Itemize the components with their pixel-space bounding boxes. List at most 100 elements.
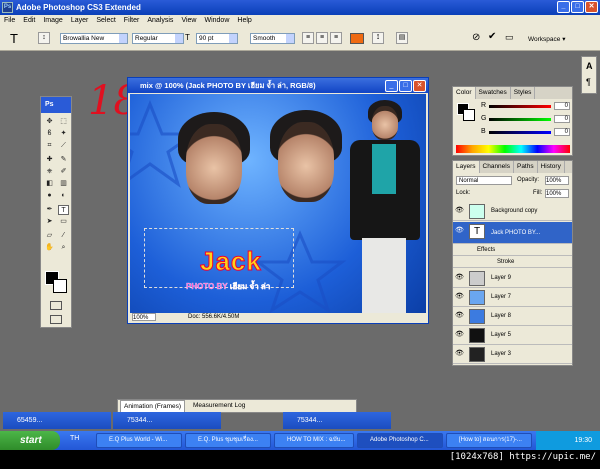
tab-paths[interactable]: Paths xyxy=(514,161,538,173)
path-selection-icon[interactable]: ➤ xyxy=(44,217,55,227)
magic-wand-icon[interactable]: ✦ xyxy=(58,129,69,139)
menu-window[interactable]: Window xyxy=(204,15,229,27)
healing-brush-icon[interactable]: ✚ xyxy=(44,155,55,165)
layer-row[interactable]: 👁 Layer 5 xyxy=(453,326,572,345)
menu-help[interactable]: Help xyxy=(237,15,251,27)
tab-measurement-log[interactable]: Measurement Log xyxy=(190,400,248,412)
crop-tool-icon[interactable]: ⌗ xyxy=(44,141,55,151)
blend-mode-select[interactable]: Normal xyxy=(456,176,512,185)
color-spectrum-bar[interactable] xyxy=(456,145,570,153)
layer-row[interactable]: 👁 Background copy xyxy=(453,202,572,221)
taskbar-item-1[interactable]: E.Q Plus World - Wi... xyxy=(96,433,182,448)
eye-icon[interactable]: 👁 xyxy=(455,350,464,358)
tab-color[interactable]: Color xyxy=(453,87,476,99)
font-style-select[interactable]: Regular xyxy=(132,33,184,44)
font-size-select[interactable]: 90 pt xyxy=(196,33,238,44)
quick-mask-icon[interactable] xyxy=(50,301,62,310)
hand-tool-icon[interactable]: ✋ xyxy=(44,243,55,253)
pen-tool-icon[interactable]: ✒ xyxy=(44,205,55,215)
taskbar-item-2[interactable]: E.Q. Plus ชุมชุมเรื่อง... xyxy=(185,433,271,448)
dodge-tool-icon[interactable]: ◐ xyxy=(58,191,69,201)
bridge-icon[interactable]: ▭ xyxy=(505,32,514,43)
history-brush-icon[interactable]: ✐ xyxy=(58,167,69,177)
align-right-icon[interactable]: ≡ xyxy=(330,32,342,44)
shape-tool-icon[interactable]: ▭ xyxy=(58,217,69,227)
marquee-tool-icon[interactable]: ⬚ xyxy=(58,117,69,127)
font-family-select[interactable]: Browallia New xyxy=(60,33,128,44)
cancel-icon[interactable]: ⊘ xyxy=(472,32,480,43)
image-canvas[interactable]: Jack PHOTO BY เฮียม จ้ำ ล่า xyxy=(130,94,426,314)
notes-tool-icon[interactable]: ▱ xyxy=(44,231,55,241)
commit-check-icon[interactable]: ✔ xyxy=(488,31,496,42)
menu-file[interactable]: File xyxy=(4,15,15,27)
doc-close-button[interactable]: ✕ xyxy=(413,80,426,92)
eye-icon[interactable]: 👁 xyxy=(455,312,464,320)
minimized-doc-2[interactable]: 75344... xyxy=(113,412,221,429)
tab-layers[interactable]: Layers xyxy=(453,161,480,173)
layer-row[interactable]: 👁 Layer 7 xyxy=(453,288,572,307)
menu-filter[interactable]: Filter xyxy=(124,15,140,27)
layer-row[interactable]: 👁 Layer 9 xyxy=(453,269,572,288)
doc-minimize-button[interactable]: _ xyxy=(385,80,398,92)
taskbar-item-photoshop[interactable]: Adobe Photoshop C... xyxy=(357,433,443,448)
character-icon[interactable]: A xyxy=(586,61,593,71)
layer-effect-stroke[interactable]: Stroke xyxy=(453,257,572,268)
tab-styles[interactable]: Styles xyxy=(511,87,536,99)
clone-stamp-icon[interactable]: ⎈ xyxy=(44,167,55,177)
b-value[interactable]: 0 xyxy=(554,128,570,136)
zoom-tool-icon[interactable]: ⌕ xyxy=(58,243,69,253)
antialias-select[interactable]: Smooth xyxy=(250,33,295,44)
layer-effects-row[interactable]: Effects xyxy=(453,245,572,256)
eye-icon[interactable]: 👁 xyxy=(455,207,464,215)
opacity-field[interactable]: 100% xyxy=(545,176,569,185)
type-tool-icon[interactable]: T xyxy=(10,31,18,46)
doc-maximize-button[interactable]: □ xyxy=(399,80,412,92)
tab-history[interactable]: History xyxy=(538,161,565,173)
menu-edit[interactable]: Edit xyxy=(23,15,35,27)
menu-analysis[interactable]: Analysis xyxy=(147,15,173,27)
workspace-menu[interactable]: Workspace ▾ xyxy=(528,35,565,43)
b-slider[interactable] xyxy=(489,131,551,134)
warp-text-icon[interactable]: ⟟ xyxy=(372,32,384,44)
eye-icon[interactable]: 👁 xyxy=(455,293,464,301)
layer-row-selected[interactable]: 👁 T Jack PHOTO BY... xyxy=(453,222,572,244)
move-tool-icon[interactable]: ✥ xyxy=(44,117,55,127)
eye-icon[interactable]: 👁 xyxy=(455,227,464,235)
minimize-button[interactable]: _ xyxy=(557,1,570,13)
gradient-tool-icon[interactable]: ▥ xyxy=(58,179,69,189)
g-value[interactable]: 0 xyxy=(554,115,570,123)
eye-icon[interactable]: 👁 xyxy=(455,331,464,339)
eye-icon[interactable]: 👁 xyxy=(455,274,464,282)
layer-row[interactable]: 👁 Layer 8 xyxy=(453,307,572,326)
tab-swatches[interactable]: Swatches xyxy=(476,87,511,99)
screen-mode-icon[interactable] xyxy=(50,315,62,324)
g-slider[interactable] xyxy=(489,118,551,121)
menu-image[interactable]: Image xyxy=(43,15,62,27)
slice-tool-icon[interactable]: ⟋ xyxy=(58,141,69,151)
taskbar-item-5[interactable]: [How to] สอนการ(17)-... xyxy=(446,433,532,448)
paragraph-icon[interactable]: ¶ xyxy=(586,77,591,87)
tab-channels[interactable]: Channels xyxy=(480,161,514,173)
zoom-level[interactable]: 100% xyxy=(132,313,156,321)
eyedropper-icon[interactable]: ⁄ xyxy=(58,231,69,241)
align-left-icon[interactable]: ≡ xyxy=(302,32,314,44)
character-panel-icon[interactable]: ▤ xyxy=(396,32,408,44)
orientation-icon[interactable]: ↕ xyxy=(38,32,50,44)
minimized-doc-1[interactable]: 65459... xyxy=(3,412,111,429)
bg-color-swatch[interactable] xyxy=(463,109,475,121)
r-value[interactable]: 0 xyxy=(554,102,570,110)
fill-field[interactable]: 100% xyxy=(545,189,569,198)
close-button[interactable]: ✕ xyxy=(585,1,598,13)
maximize-button[interactable]: □ xyxy=(571,1,584,13)
menu-layer[interactable]: Layer xyxy=(71,15,89,27)
language-indicator[interactable]: TH xyxy=(70,435,79,442)
r-slider[interactable] xyxy=(489,105,551,108)
text-color-swatch[interactable] xyxy=(350,33,364,44)
lasso-tool-icon[interactable]: ϐ xyxy=(44,129,55,139)
minimized-doc-3[interactable]: 75344... xyxy=(283,412,391,429)
eraser-tool-icon[interactable]: ◧ xyxy=(44,179,55,189)
type-tool-icon[interactable]: T xyxy=(58,205,69,215)
background-color-swatch[interactable] xyxy=(53,279,67,293)
brush-tool-icon[interactable]: ✎ xyxy=(58,155,69,165)
layer-row[interactable]: 👁 Layer 3 xyxy=(453,345,572,364)
